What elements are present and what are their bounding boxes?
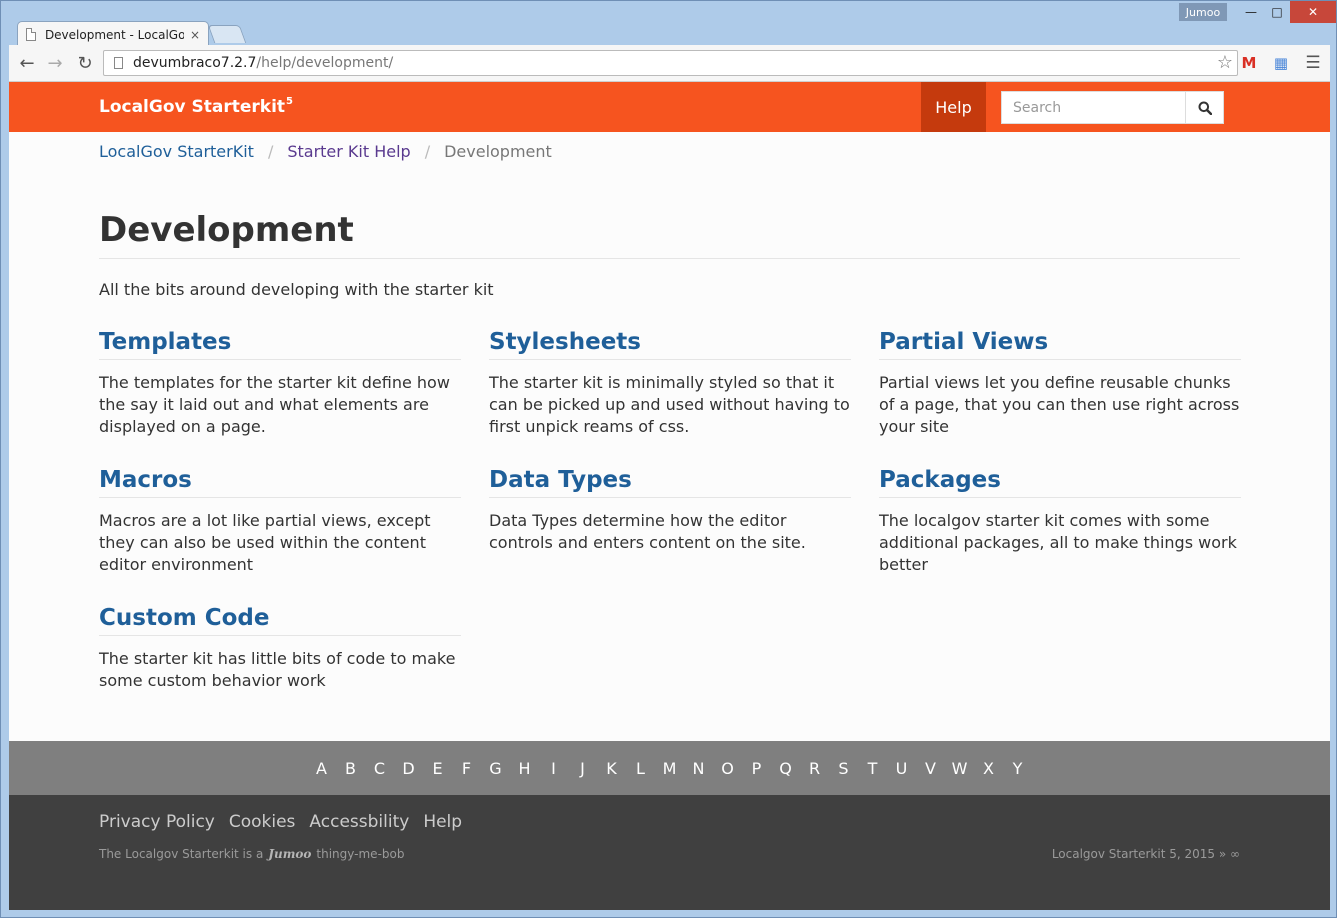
card-data-types: Data Types Data Types determine how the … xyxy=(489,467,851,554)
footer-link-privacy[interactable]: Privacy Policy xyxy=(99,812,215,832)
page-icon xyxy=(114,57,123,69)
forward-arrow-icon[interactable]: → xyxy=(43,51,67,75)
az-letter-f[interactable]: F xyxy=(452,759,481,778)
card-templates: Templates The templates for the starter … xyxy=(99,329,461,438)
nav-help-link[interactable]: Help xyxy=(921,82,986,132)
page-viewport: LocalGov Starterkit5 Help LocalGov Start… xyxy=(9,82,1330,910)
new-tab-button[interactable] xyxy=(207,25,247,43)
footer-copyright: Localgov Starterkit 5, 2015 » ∞ xyxy=(1051,847,1240,861)
az-letter-e[interactable]: E xyxy=(423,759,452,778)
breadcrumb-current: Development xyxy=(444,142,552,161)
footer-link-help[interactable]: Help xyxy=(423,812,462,832)
az-letter-g[interactable]: G xyxy=(481,759,510,778)
card-text: The starter kit is minimally styled so t… xyxy=(489,373,850,436)
card-title-link[interactable]: Macros xyxy=(99,467,461,498)
browser-menu-icon[interactable]: ☰ xyxy=(1303,53,1323,73)
page-icon xyxy=(26,28,36,41)
footer-link-cookies[interactable]: Cookies xyxy=(229,812,296,832)
card-title-link[interactable]: Data Types xyxy=(489,467,851,498)
jumoo-logo[interactable]: Jumoo xyxy=(268,847,311,861)
card-title-link[interactable]: Custom Code xyxy=(99,605,461,636)
brand-name: LocalGov Starterkit xyxy=(99,97,286,117)
browser-tab[interactable]: Development - LocalGov S × xyxy=(17,21,209,47)
card-text: Partial views let you define reusable ch… xyxy=(879,373,1240,436)
tab-close-icon[interactable]: × xyxy=(190,28,200,42)
reload-icon[interactable]: ↻ xyxy=(73,51,97,75)
minimize-icon[interactable]: — xyxy=(1237,1,1265,23)
tagline-suffix: thingy-me-bob xyxy=(316,847,405,861)
browser-window: Development - LocalGov S × Jumoo — □ ✕ ←… xyxy=(0,0,1337,918)
back-arrow-icon[interactable]: ← xyxy=(15,51,39,75)
az-index: A B C D E F G H I J K L M N O P Q R S T … xyxy=(9,741,1330,795)
az-letter-n[interactable]: N xyxy=(684,759,713,778)
az-letter-v[interactable]: V xyxy=(916,759,945,778)
tagline-prefix: The Localgov Starterkit is a xyxy=(99,847,264,861)
footer-tagline: The Localgov Starterkit is a Jumoo thing… xyxy=(99,847,404,861)
search-button[interactable] xyxy=(1185,91,1224,124)
az-letter-h[interactable]: H xyxy=(510,759,539,778)
brand-version: 5 xyxy=(286,96,294,107)
profile-badge[interactable]: Jumoo xyxy=(1179,3,1227,21)
card-macros: Macros Macros are a lot like partial vie… xyxy=(99,467,461,576)
card-stylesheets: Stylesheets The starter kit is minimally… xyxy=(489,329,851,438)
card-title-link[interactable]: Packages xyxy=(879,467,1241,498)
az-letter-a[interactable]: A xyxy=(307,759,336,778)
breadcrumb-separator: / xyxy=(424,142,431,161)
az-letter-c[interactable]: C xyxy=(365,759,394,778)
window-close-icon[interactable]: ✕ xyxy=(1290,1,1336,23)
site-header: LocalGov Starterkit5 Help xyxy=(9,82,1330,132)
title-divider xyxy=(99,258,1240,259)
az-letter-p[interactable]: P xyxy=(742,759,771,778)
search-icon xyxy=(1198,101,1212,115)
az-letter-j[interactable]: J xyxy=(568,759,597,778)
footer-links: Privacy Policy Cookies Accessbility Help xyxy=(99,812,462,832)
card-text: Data Types determine how the editor cont… xyxy=(489,511,806,552)
url-host: devumbraco7.2.7 xyxy=(133,55,257,71)
card-title-link[interactable]: Templates xyxy=(99,329,461,360)
az-letter-q[interactable]: Q xyxy=(771,759,800,778)
site-footer: Privacy Policy Cookies Accessbility Help… xyxy=(9,795,1330,910)
az-letter-o[interactable]: O xyxy=(713,759,742,778)
az-letter-r[interactable]: R xyxy=(800,759,829,778)
az-letter-t[interactable]: T xyxy=(858,759,887,778)
az-letter-x[interactable]: X xyxy=(974,759,1003,778)
footer-link-accessibility[interactable]: Accessbility xyxy=(309,812,409,832)
card-custom-code: Custom Code The starter kit has little b… xyxy=(99,605,461,692)
card-packages: Packages The localgov starter kit comes … xyxy=(879,467,1241,576)
browser-toolbar: ← → ↻ devumbraco7.2.7 /help/development/… xyxy=(9,45,1330,82)
breadcrumb: LocalGov StarterKit / Starter Kit Help /… xyxy=(99,142,552,161)
card-title-link[interactable]: Partial Views xyxy=(879,329,1241,360)
az-letter-b[interactable]: B xyxy=(336,759,365,778)
site-brand[interactable]: LocalGov Starterkit5 xyxy=(99,96,293,117)
url-path: /help/development/ xyxy=(256,55,394,71)
card-text: Macros are a lot like partial views, exc… xyxy=(99,511,431,574)
address-bar[interactable]: devumbraco7.2.7 /help/development/ ☆ xyxy=(103,50,1238,76)
breadcrumb-home-link[interactable]: LocalGov StarterKit xyxy=(99,142,254,161)
card-partial-views: Partial Views Partial views let you defi… xyxy=(879,329,1241,438)
card-text: The templates for the starter kit define… xyxy=(99,373,450,436)
az-letter-m[interactable]: M xyxy=(655,759,684,778)
az-letter-d[interactable]: D xyxy=(394,759,423,778)
breadcrumb-separator: / xyxy=(267,142,274,161)
card-title-link[interactable]: Stylesheets xyxy=(489,329,851,360)
az-letter-i[interactable]: I xyxy=(539,759,568,778)
breadcrumb-help-link[interactable]: Starter Kit Help xyxy=(287,142,410,161)
az-letter-l[interactable]: L xyxy=(626,759,655,778)
gmail-extension-icon[interactable]: M xyxy=(1239,54,1259,72)
tab-strip: Development - LocalGov S × Jumoo — □ ✕ xyxy=(1,1,1336,47)
az-letter-w[interactable]: W xyxy=(945,759,974,778)
az-letter-k[interactable]: K xyxy=(597,759,626,778)
calendar-extension-icon[interactable]: ▦ xyxy=(1271,54,1291,72)
page-title: Development xyxy=(99,210,354,250)
maximize-icon[interactable]: □ xyxy=(1263,1,1291,23)
az-letter-u[interactable]: U xyxy=(887,759,916,778)
az-letter-y[interactable]: Y xyxy=(1003,759,1032,778)
bookmark-star-icon[interactable]: ☆ xyxy=(1217,52,1233,73)
az-letter-s[interactable]: S xyxy=(829,759,858,778)
tab-title: Development - LocalGov S xyxy=(44,27,184,42)
card-text: The starter kit has little bits of code … xyxy=(99,649,456,690)
search-input[interactable] xyxy=(1001,91,1185,124)
card-text: The localgov starter kit comes with some… xyxy=(879,511,1237,574)
page-intro: All the bits around developing with the … xyxy=(99,280,494,299)
